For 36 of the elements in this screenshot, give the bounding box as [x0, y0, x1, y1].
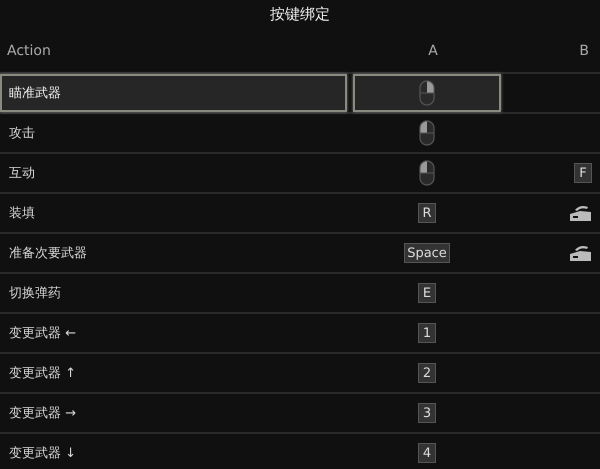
action-label[interactable]: 互动 [0, 154, 347, 192]
action-label[interactable]: 变更武器 ← [0, 314, 347, 352]
action-label[interactable]: 攻击 [0, 114, 347, 152]
binding-slot[interactable] [353, 74, 501, 112]
action-label[interactable]: 切换弹药 [0, 274, 347, 312]
binding-slot[interactable]: 1 [353, 314, 501, 352]
mouse-icon [419, 120, 435, 146]
binding-slot[interactable]: 4 [353, 434, 501, 469]
mouse-icon [419, 160, 435, 186]
binding-slot[interactable]: E [353, 274, 501, 312]
key-cap: Space [404, 243, 450, 263]
column-header: A [427, 43, 439, 59]
binding-slot[interactable]: R [353, 194, 501, 232]
binding-slot[interactable]: 2 [353, 354, 501, 392]
key-cap: F [574, 163, 592, 183]
key-cap: 4 [418, 443, 436, 463]
key-cap: 3 [418, 403, 436, 423]
action-label[interactable]: 装填 [0, 194, 347, 232]
binding-slot[interactable]: Space [353, 234, 501, 272]
screen-title: 按键绑定 [269, 4, 331, 25]
column-header: Action [6, 43, 52, 59]
key-cap: 1 [418, 323, 436, 343]
mouse-icon [419, 80, 435, 106]
action-label[interactable]: 变更武器 ↑ [0, 354, 347, 392]
key-cap: 2 [418, 363, 436, 383]
key-cap: E [418, 283, 436, 303]
trigger-icon [568, 244, 592, 262]
key-cap: R [418, 203, 436, 223]
column-header: B [578, 43, 590, 59]
trigger-icon [568, 204, 592, 222]
action-label[interactable]: 变更武器 → [0, 394, 347, 432]
binding-slot[interactable]: F [501, 154, 600, 192]
action-label[interactable]: 准备次要武器 [0, 234, 347, 272]
action-label[interactable]: 变更武器 ↓ [0, 434, 347, 469]
action-label[interactable]: 瞄准武器 [0, 74, 347, 112]
binding-slot[interactable]: 3 [353, 394, 501, 432]
